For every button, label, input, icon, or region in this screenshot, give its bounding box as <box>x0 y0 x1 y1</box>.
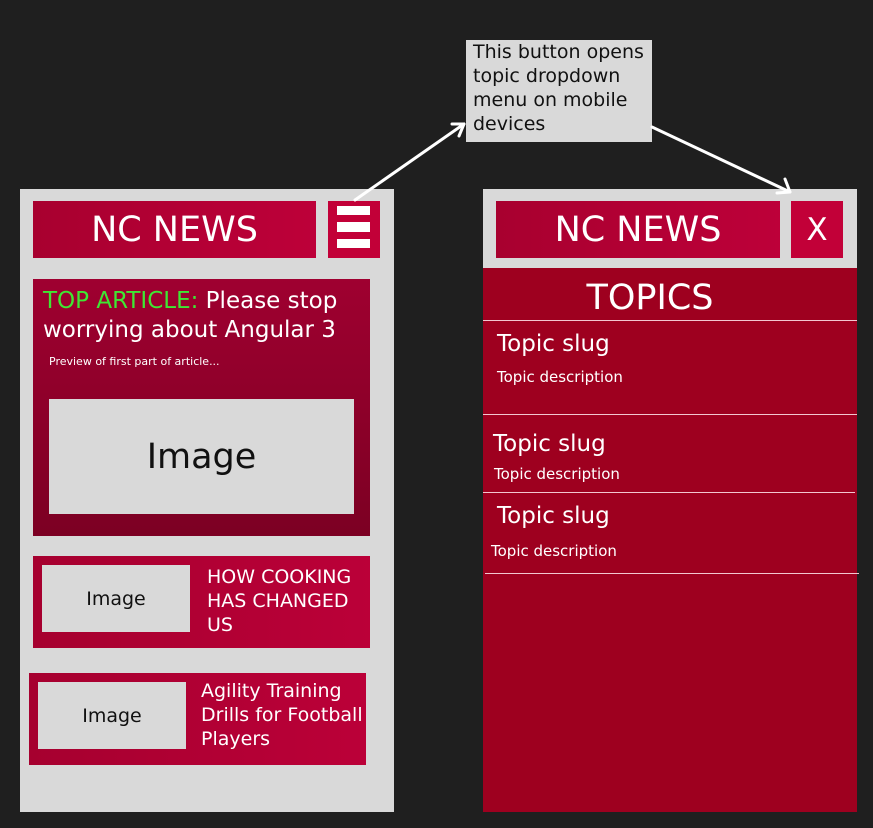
topic-slug: Topic slug <box>497 503 610 529</box>
hamburger-menu-icon-bar <box>337 222 370 232</box>
article-image: Image <box>42 565 190 632</box>
logo-text: NC NEWS <box>91 209 258 250</box>
annotation-note: This button opens topic dropdown menu on… <box>466 40 652 142</box>
topics-heading: TOPICS <box>586 278 714 318</box>
topic-slug: Topic slug <box>493 431 606 457</box>
topics-dropdown: TOPICS Topic slug Topic description Topi… <box>483 268 859 812</box>
topic-item[interactable]: Topic slug Topic description <box>483 493 857 573</box>
image-placeholder-label: Image <box>82 704 142 727</box>
hamburger-menu-icon <box>337 206 370 215</box>
topic-description: Topic description <box>491 542 617 560</box>
image-placeholder-label: Image <box>86 587 146 610</box>
topic-description: Topic description <box>497 368 623 386</box>
topic-description: Topic description <box>494 465 620 483</box>
topic-item[interactable]: Topic slug Topic description <box>483 415 857 492</box>
annotation-line: devices <box>473 113 546 135</box>
mobile-topics-screen: NC NEWS X TOPICS Topic slug Topic descri… <box>483 189 859 812</box>
image-placeholder-label: Image <box>146 436 257 477</box>
top-article-label: TOP ARTICLE: <box>43 288 199 314</box>
topic-slug: Topic slug <box>497 331 610 357</box>
logo-text: NC NEWS <box>554 209 722 250</box>
article-card[interactable]: Image Agility Training Drills for Footba… <box>29 673 366 765</box>
top-article-card[interactable]: TOP ARTICLE: Please stop worrying about … <box>33 279 370 536</box>
hamburger-menu-icon-bar <box>337 239 370 248</box>
site-logo[interactable]: NC NEWS <box>496 201 780 258</box>
annotation-line: menu on mobile <box>473 89 628 111</box>
topic-item[interactable]: Topic slug Topic description <box>483 321 857 414</box>
article-preview: Preview of first part of article... <box>49 355 220 368</box>
top-article-image: Image <box>49 399 354 514</box>
close-icon: X <box>806 211 828 248</box>
divider <box>485 573 859 574</box>
article-title[interactable]: Agility Training Drills for Football Pla… <box>201 679 366 751</box>
arrow-head <box>450 122 466 138</box>
topic-menu-button[interactable] <box>328 201 380 258</box>
annotation-line: This button opens <box>473 41 644 63</box>
top-article-title[interactable]: TOP ARTICLE: Please stop worrying about … <box>43 287 368 345</box>
article-image: Image <box>38 682 186 749</box>
annotation-line: topic dropdown <box>473 65 621 87</box>
mobile-home-screen: NC NEWS TOP ARTICLE: Please stop worryin… <box>20 189 394 812</box>
close-menu-button[interactable]: X <box>791 201 843 258</box>
article-title[interactable]: HOW COOKING HAS CHANGED US <box>207 565 367 637</box>
article-card[interactable]: Image HOW COOKING HAS CHANGED US <box>33 556 370 648</box>
site-logo[interactable]: NC NEWS <box>33 201 316 258</box>
arrow-line <box>650 125 792 194</box>
